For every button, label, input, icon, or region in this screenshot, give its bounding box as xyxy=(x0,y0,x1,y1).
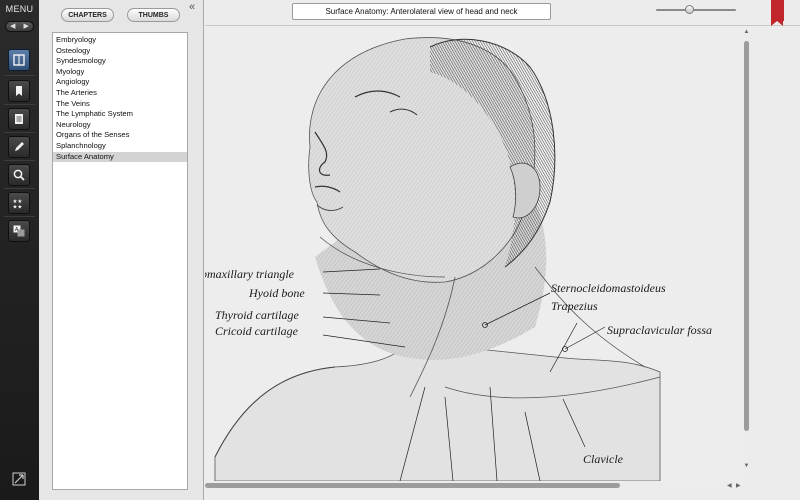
chapter-item-myology[interactable]: Myology xyxy=(53,67,187,78)
scroll-right-arrow-icon[interactable]: ▶ xyxy=(736,482,741,489)
label-thyroid-cartilage: Thyroid cartilage xyxy=(215,308,299,322)
chapter-item-splanchnology[interactable]: Splanchnology xyxy=(53,141,187,152)
search-button[interactable] xyxy=(8,164,30,186)
chapter-item-neurology[interactable]: Neurology xyxy=(53,120,187,131)
anatomy-illustration xyxy=(214,37,661,481)
bookmark-ribbon-icon[interactable] xyxy=(771,0,784,26)
stars-button[interactable]: ★★ ★★ xyxy=(8,192,30,214)
chapter-item-syndesmology[interactable]: Syndesmology xyxy=(53,56,187,67)
label-supraclavicular-fossa: Supraclavicular fossa xyxy=(607,323,712,337)
notes-icon xyxy=(15,114,23,124)
resize-icon[interactable] xyxy=(12,472,26,486)
chapter-item-osteology[interactable]: Osteology xyxy=(53,46,187,57)
horizontal-scroll-thumb[interactable] xyxy=(205,483,620,488)
scroll-up-arrow-icon[interactable]: ▲ xyxy=(743,29,750,35)
thumbs-tab[interactable]: THUMBS xyxy=(127,8,180,22)
pencil-icon xyxy=(15,142,24,151)
chapter-item-lymphatic[interactable]: The Lymphatic System xyxy=(53,109,187,120)
horizontal-scrollbar[interactable]: ◀ ▶ xyxy=(205,481,750,490)
tool-rail: MENU ◀ ▶ ★★ ★★ A xyxy=(0,0,39,500)
collapse-sidebar-icon[interactable]: « xyxy=(189,2,195,13)
nav-prev-button[interactable]: ◀ xyxy=(10,23,15,30)
chapter-item-veins[interactable]: The Veins xyxy=(53,99,187,110)
content-topbar: Surface Anatomy: Anterolateral view of h… xyxy=(205,0,800,26)
pencil-button[interactable] xyxy=(8,136,30,158)
translate-icon: A xyxy=(13,225,25,237)
bookmark-button[interactable] xyxy=(8,80,30,102)
label-submaxillary-triangle: bmaxillary triangle xyxy=(205,267,294,281)
translate-button[interactable]: A xyxy=(8,220,30,242)
label-hyoid-bone: Hyoid bone xyxy=(249,286,305,300)
figure-title: Surface Anatomy: Anterolateral view of h… xyxy=(292,3,551,20)
label-trapezius: Trapezius xyxy=(551,299,598,313)
book-icon xyxy=(13,54,25,66)
scroll-down-arrow-icon[interactable]: ▼ xyxy=(743,463,750,469)
chapter-item-angiology[interactable]: Angiology xyxy=(53,77,187,88)
chapters-tab[interactable]: CHAPTERS xyxy=(61,8,114,22)
chapter-item-arteries[interactable]: The Arteries xyxy=(53,88,187,99)
chapter-item-senses[interactable]: Organs of the Senses xyxy=(53,130,187,141)
page-nav-control[interactable]: ◀ ▶ xyxy=(5,21,34,32)
menu-label[interactable]: MENU xyxy=(0,4,39,14)
search-icon xyxy=(13,169,25,181)
bookmark-icon xyxy=(16,86,22,96)
figure-viewer: bmaxillary triangle Hyoid bone Thyroid c… xyxy=(205,27,741,481)
chapter-item-embryology[interactable]: Embryology xyxy=(53,35,187,46)
svg-text:★★: ★★ xyxy=(13,204,23,211)
label-cricoid-cartilage: Cricoid cartilage xyxy=(215,324,298,338)
app-window: MENU ◀ ▶ ★★ ★★ A CHAPTERS THUMBS « Embry… xyxy=(0,0,800,500)
vertical-scrollbar[interactable]: ▲ ▼ xyxy=(743,29,750,479)
stars-icon: ★★★★ xyxy=(13,198,23,211)
zoom-slider-knob[interactable] xyxy=(685,5,695,14)
label-sternocleidomastoideus: Sternocleidomastoideus xyxy=(551,281,666,295)
chapter-item-surface-anatomy[interactable]: Surface Anatomy xyxy=(53,151,187,163)
book-button[interactable] xyxy=(8,49,30,71)
vertical-scroll-thumb[interactable] xyxy=(744,41,749,431)
chapter-list: Embryology Osteology Syndesmology Myolog… xyxy=(52,32,188,490)
nav-next-button[interactable]: ▶ xyxy=(24,23,29,30)
zoom-slider-track[interactable] xyxy=(656,9,736,11)
label-clavicle: Clavicle xyxy=(583,452,623,466)
scroll-left-arrow-icon[interactable]: ◀ xyxy=(727,482,732,489)
notes-button[interactable] xyxy=(8,108,30,130)
chapters-sidebar: CHAPTERS THUMBS « Embryology Osteology S… xyxy=(39,0,204,500)
